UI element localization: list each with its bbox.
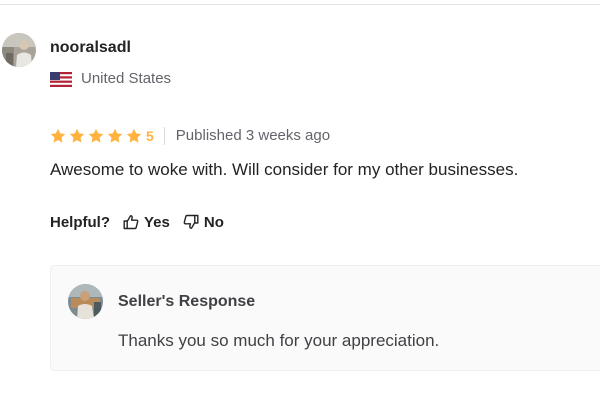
country-label: United States [81, 70, 172, 87]
user-avatar[interactable] [2, 33, 36, 67]
thumbs-up-icon [123, 215, 139, 230]
star-icon [50, 128, 66, 143]
reviewer-country: United States [50, 69, 171, 89]
star-icon [126, 128, 142, 143]
star-icon [107, 128, 123, 143]
seller-avatar[interactable] [68, 284, 103, 319]
helpful-no-button[interactable]: No [183, 214, 224, 231]
seller-response-text: Thanks you so much for your appreciation… [118, 331, 440, 350]
helpful-yes-button[interactable]: Yes [123, 214, 170, 231]
reviewer-username[interactable]: nooralsadl [50, 38, 131, 58]
helpful-label: Helpful? [50, 213, 110, 231]
star-rating [50, 128, 145, 144]
star-icon [88, 128, 104, 143]
review-text: Awesome to woke with. Will consider for … [50, 160, 519, 179]
seller-response-title: Seller's Response [118, 293, 256, 310]
helpful-yes-label: Yes [144, 213, 170, 231]
published-date: Published 3 weeks ago [175, 127, 331, 144]
rating-value: 5 [146, 128, 154, 144]
rating-row: 5 Published 3 weeks ago [50, 126, 330, 146]
rating-separator [163, 127, 165, 145]
us-flag-icon [50, 71, 72, 87]
top-divider [0, 4, 600, 5]
seller-response-box: Seller's Response Thanks you so much for… [50, 265, 600, 371]
helpful-row: Helpful? Yes No [50, 212, 224, 232]
thumbs-down-icon [183, 214, 199, 229]
star-icon [69, 128, 85, 143]
helpful-no-label: No [203, 213, 224, 231]
